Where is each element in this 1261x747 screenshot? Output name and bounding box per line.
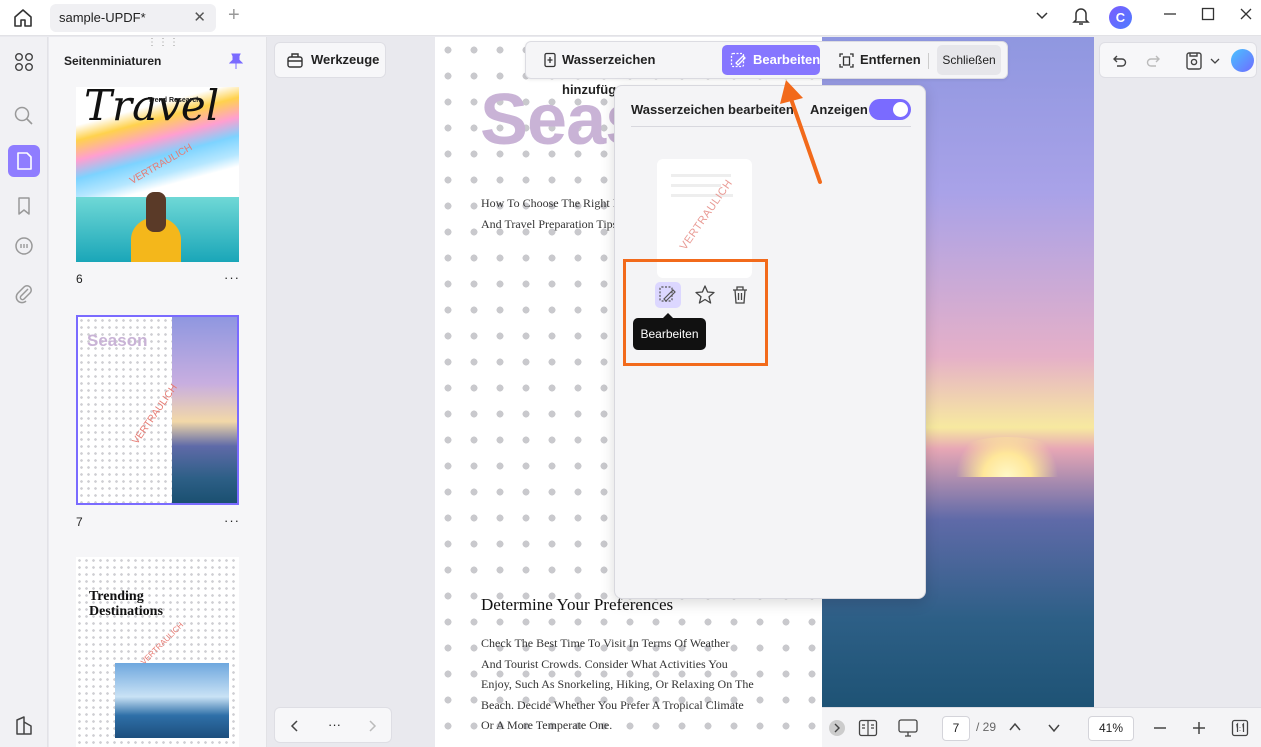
collapse-toggle-icon[interactable]	[829, 720, 845, 736]
tools-button-label: Werkzeuge	[311, 52, 380, 67]
actual-size-icon[interactable]	[1231, 719, 1249, 737]
thumb-watermark: VERTRAULICH	[139, 620, 186, 667]
close-tab-icon[interactable]: ✕	[193, 4, 206, 32]
thumbnails-title: Seitenminiaturen	[64, 54, 162, 68]
annotation-arrow-icon	[780, 80, 822, 184]
user-avatar[interactable]: C	[1109, 6, 1132, 29]
remove-watermark-icon	[839, 53, 854, 68]
tools-button[interactable]: Werkzeuge	[274, 42, 386, 78]
card-line	[671, 184, 721, 187]
chevron-down-icon[interactable]	[1030, 6, 1054, 28]
page-up-icon[interactable]	[1008, 720, 1022, 734]
document-tab-label: sample-UPDF*	[59, 10, 146, 25]
page-icon	[17, 152, 32, 170]
remove-watermark-label: Entfernen	[860, 52, 921, 67]
thumb-photo	[115, 663, 229, 738]
thumb-title: Travel	[84, 87, 220, 130]
apps-grid-icon[interactable]	[12, 50, 36, 74]
page-layout-icon[interactable]	[858, 719, 878, 737]
popup-divider	[631, 126, 911, 127]
next-page-icon[interactable]	[367, 719, 379, 733]
left-toolbar	[0, 37, 48, 747]
add-watermark-icon	[544, 52, 556, 68]
thumb-photo	[172, 317, 237, 503]
sun-glow	[952, 437, 1062, 477]
document-tab[interactable]: sample-UPDF* ✕	[50, 4, 216, 32]
popup-title: Wasserzeichen bearbeiten	[631, 102, 794, 117]
edit-watermark-icon	[730, 52, 746, 68]
page-navigation: ···	[274, 707, 392, 743]
paragraph-line: Enjoy, Such As Snorkeling, Hiking, Or Re…	[481, 677, 754, 691]
bottom-status-bar: 7 / 29 41%	[822, 707, 1261, 747]
annotation-highlight-box	[623, 259, 768, 366]
bell-icon[interactable]	[1069, 6, 1093, 28]
watermark-toolbar: Wasserzeichen hinzufügen Bearbeiten Entf…	[525, 41, 1008, 97]
page-number: 6	[76, 272, 83, 286]
pin-icon[interactable]	[229, 53, 243, 69]
paragraph-line: Or A More Temperate One.	[481, 718, 613, 732]
paragraph-line: And Tourist Crowds. Consider What Activi…	[481, 656, 728, 671]
redo-icon[interactable]	[1145, 52, 1163, 70]
total-pages: / 29	[976, 720, 997, 734]
comment-icon[interactable]	[12, 235, 36, 259]
home-icon[interactable]	[12, 7, 34, 29]
thumb-title: Trending Destinations	[89, 589, 163, 619]
close-watermark-button[interactable]: Schließen	[937, 45, 1001, 75]
history-toolbar	[1099, 42, 1257, 78]
search-icon[interactable]	[12, 104, 36, 128]
zoom-level-input[interactable]: 41%	[1088, 716, 1134, 741]
bookmark-icon[interactable]	[12, 194, 36, 218]
add-tab-icon[interactable]: +	[228, 4, 240, 27]
right-toolbar	[1095, 37, 1261, 747]
toolbox-icon	[287, 53, 303, 68]
layers-icon[interactable]	[12, 714, 36, 738]
paragraph-line: Check The Best Time To Visit In Terms Of…	[481, 636, 730, 650]
thumb-title: Season	[87, 331, 148, 350]
page-thumbnail-6[interactable]: Travel Trend Research VERTRAULICH	[76, 87, 239, 262]
remove-watermark-button[interactable]: Entfernen	[830, 45, 925, 75]
thumb-subtitle: Trend Research	[148, 97, 201, 104]
person-graphic	[146, 192, 166, 232]
resize-grip[interactable]: ⋮⋮⋮	[147, 37, 180, 48]
title-bar: sample-UPDF* ✕ + C	[0, 0, 1261, 36]
page-more-button[interactable]: ···	[224, 270, 240, 285]
save-icon[interactable]	[1185, 51, 1203, 71]
current-page-input[interactable]: 7	[942, 716, 970, 741]
chevron-down-icon[interactable]	[1210, 58, 1220, 65]
add-watermark-button[interactable]: Wasserzeichen hinzufügen	[534, 45, 720, 97]
more-nav-button[interactable]: ···	[328, 717, 341, 732]
thumbnails-panel-button[interactable]	[8, 145, 40, 177]
edit-watermark-label: Bearbeiten	[753, 52, 821, 67]
ai-assistant-icon[interactable]	[1231, 49, 1254, 72]
minimize-icon[interactable]	[1158, 6, 1182, 28]
section-paragraph: Check The Best Time To Visit In Terms Of…	[481, 633, 761, 736]
thumbnails-panel: ⋮⋮⋮ Seitenminiaturen Travel Trend Resear…	[49, 37, 267, 747]
presentation-icon[interactable]	[897, 718, 919, 738]
card-watermark-text: VERTRAULICH	[677, 177, 736, 253]
attachment-icon[interactable]	[12, 282, 36, 306]
page-thumbnail-8[interactable]: Trending Destinations VERTRAULICH	[76, 557, 239, 747]
toolbar-divider	[928, 53, 929, 69]
paragraph-line: Beach. Decide Whether You Prefer A Tropi…	[481, 697, 744, 712]
zoom-out-icon[interactable]	[1153, 721, 1167, 735]
show-watermark-toggle[interactable]	[869, 99, 911, 120]
previous-page-icon[interactable]	[288, 719, 300, 733]
close-window-icon[interactable]	[1234, 6, 1258, 28]
page-number: 7	[76, 515, 83, 529]
page-more-button[interactable]: ···	[224, 513, 240, 528]
page-down-icon[interactable]	[1047, 721, 1061, 735]
card-line	[671, 174, 731, 177]
maximize-icon[interactable]	[1196, 6, 1220, 28]
zoom-in-icon[interactable]	[1192, 721, 1206, 735]
undo-icon[interactable]	[1110, 52, 1128, 70]
page-thumbnail-7[interactable]: Season VERTRAULICH	[76, 315, 239, 505]
edit-watermark-button[interactable]: Bearbeiten	[722, 45, 820, 75]
